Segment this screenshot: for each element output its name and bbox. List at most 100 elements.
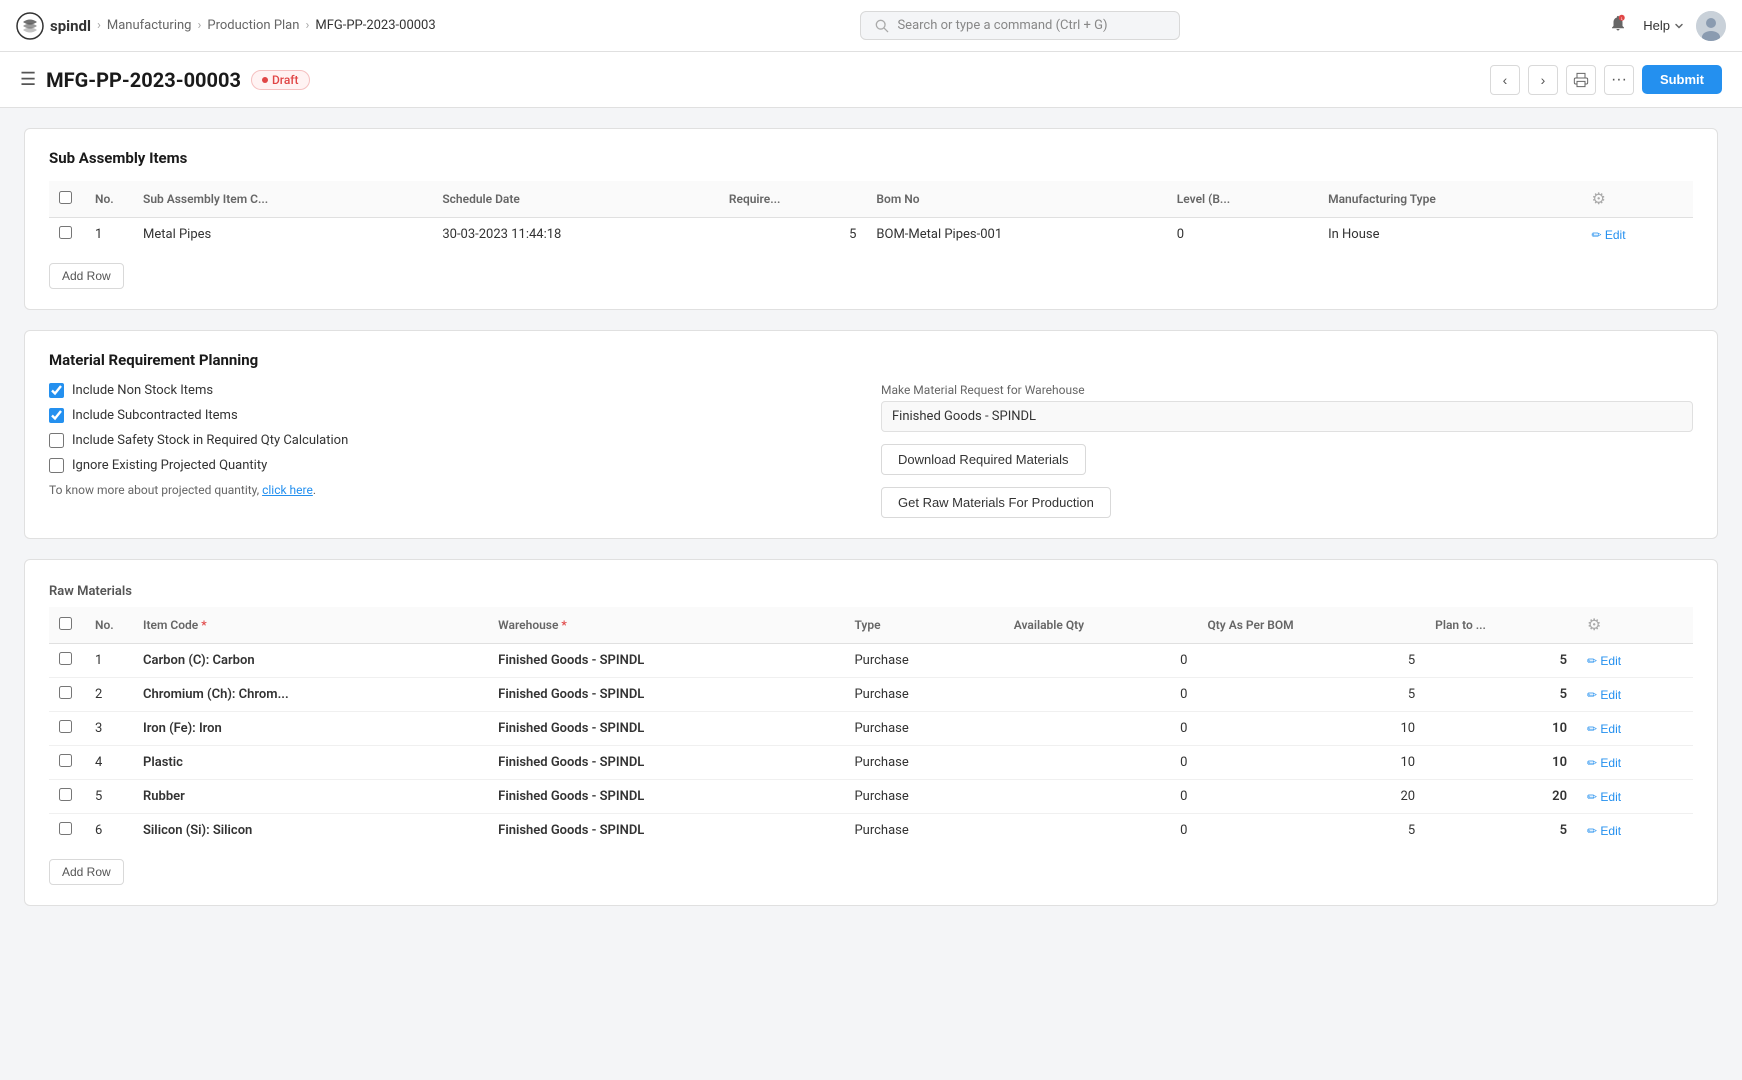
- logo-icon: [16, 12, 44, 40]
- include-subcontracted-checkbox[interactable]: [49, 408, 64, 423]
- print-button[interactable]: [1566, 65, 1596, 95]
- breadcrumb-sep-2: ›: [197, 18, 201, 33]
- download-required-materials-button[interactable]: Download Required Materials: [881, 444, 1086, 475]
- ignore-projected-checkbox[interactable]: [49, 458, 64, 473]
- next-record-button[interactable]: ›: [1528, 65, 1558, 95]
- rm-row-qty-per-bom: 5: [1197, 814, 1425, 848]
- include-subcontracted-label[interactable]: Include Subcontracted Items: [49, 408, 861, 423]
- rm-row-item-code: Carbon (C): Carbon: [133, 644, 488, 678]
- rm-edit-row-button[interactable]: ✏ Edit: [1587, 722, 1621, 736]
- include-safety-stock-label[interactable]: Include Safety Stock in Required Qty Cal…: [49, 433, 861, 448]
- rm-row-plan-to: 5: [1425, 644, 1577, 678]
- rm-row-plan-to: 5: [1425, 678, 1577, 712]
- rm-col-checkbox-header: [49, 607, 85, 644]
- help-button[interactable]: Help: [1643, 18, 1684, 33]
- subassembly-section: Sub Assembly Items No. Sub Assembly Item…: [24, 128, 1718, 310]
- rm-row-item-code: Silicon (Si): Silicon: [133, 814, 488, 848]
- rm-edit-row-button[interactable]: ✏ Edit: [1587, 654, 1621, 668]
- submit-button[interactable]: Submit: [1642, 65, 1722, 94]
- rm-row-plan-to: 5: [1425, 814, 1577, 848]
- rm-edit-row-button[interactable]: ✏ Edit: [1587, 790, 1621, 804]
- col-level-header: Level (B...: [1167, 181, 1318, 218]
- breadcrumb-production-plan[interactable]: Production Plan: [207, 18, 299, 33]
- rm-row-type: Purchase: [844, 678, 1003, 712]
- header-left: ☰ MFG-PP-2023-00003 Draft: [20, 68, 310, 92]
- rm-row-available-qty: 0: [1004, 712, 1198, 746]
- rm-col-actions-header: ⚙: [1577, 607, 1693, 644]
- rm-edit-row-button[interactable]: ✏ Edit: [1587, 756, 1621, 770]
- rm-row-item-code: Plastic: [133, 746, 488, 780]
- raw-materials-section: Raw Materials No. Item Code * Warehouse …: [24, 559, 1718, 906]
- rm-col-no-header: No.: [85, 607, 133, 644]
- rm-edit-row-button[interactable]: ✏ Edit: [1587, 824, 1621, 838]
- rm-table-settings-button[interactable]: ⚙: [1587, 615, 1601, 635]
- raw-materials-header-row: No. Item Code * Warehouse * Type Availab…: [49, 607, 1693, 644]
- rm-row-no: 3: [85, 712, 133, 746]
- edit-row-button[interactable]: ✏ Edit: [1591, 228, 1625, 242]
- rm-row-qty-per-bom: 10: [1197, 712, 1425, 746]
- ignore-projected-text: Ignore Existing Projected Quantity: [72, 458, 267, 473]
- logo-text: spindl: [50, 17, 91, 35]
- rm-row-qty-per-bom: 5: [1197, 644, 1425, 678]
- subassembly-table: No. Sub Assembly Item C... Schedule Date…: [49, 181, 1693, 251]
- rm-row-type: Purchase: [844, 746, 1003, 780]
- include-non-stock-label[interactable]: Include Non Stock Items: [49, 383, 861, 398]
- breadcrumb-sep-1: ›: [97, 18, 101, 33]
- include-non-stock-text: Include Non Stock Items: [72, 383, 213, 398]
- rm-row-checkbox[interactable]: [59, 652, 72, 665]
- rm-row-warehouse: Finished Goods - SPINDL: [488, 746, 844, 780]
- rm-row-available-qty: 0: [1004, 678, 1198, 712]
- nav-center: Search or type a command (Ctrl + G): [436, 11, 1606, 40]
- add-row-subassembly-button[interactable]: Add Row: [49, 263, 124, 289]
- rm-row-no: 6: [85, 814, 133, 848]
- print-icon: [1573, 72, 1589, 88]
- select-all-subassembly[interactable]: [59, 191, 72, 204]
- more-options-button[interactable]: ···: [1604, 65, 1634, 95]
- get-raw-materials-button[interactable]: Get Raw Materials For Production: [881, 487, 1111, 518]
- rm-row-type: Purchase: [844, 780, 1003, 814]
- row-bom-no: BOM-Metal Pipes-001: [866, 218, 1166, 252]
- add-row-raw-materials-button[interactable]: Add Row: [49, 859, 124, 885]
- rm-edit-row-button[interactable]: ✏ Edit: [1587, 688, 1621, 702]
- rm-row-plan-to: 20: [1425, 780, 1577, 814]
- rm-row-checkbox[interactable]: [59, 788, 72, 801]
- svg-text:1: 1: [1621, 17, 1623, 21]
- select-all-raw[interactable]: [59, 617, 72, 630]
- rm-row-checkbox[interactable]: [59, 754, 72, 767]
- rm-row-checkbox[interactable]: [59, 822, 72, 835]
- status-dot: [262, 77, 268, 83]
- hamburger-menu[interactable]: ☰: [20, 69, 36, 90]
- warehouse-field: Make Material Request for Warehouse Fini…: [881, 383, 1693, 432]
- rm-row-item-code: Rubber: [133, 780, 488, 814]
- rm-row-checkbox[interactable]: [59, 720, 72, 733]
- raw-materials-title: Raw Materials: [49, 584, 1693, 599]
- search-bar[interactable]: Search or type a command (Ctrl + G): [860, 11, 1180, 40]
- app-logo[interactable]: spindl: [16, 12, 91, 40]
- row-checkbox[interactable]: [59, 226, 72, 239]
- rm-row-available-qty: 0: [1004, 814, 1198, 848]
- rm-row-edit-cell: ✏ Edit: [1577, 814, 1693, 848]
- user-avatar-icon: [1696, 11, 1726, 41]
- prev-record-button[interactable]: ‹: [1490, 65, 1520, 95]
- col-actions-header: ⚙: [1581, 181, 1693, 218]
- breadcrumb-sep-3: ›: [305, 18, 309, 33]
- ignore-projected-label[interactable]: Ignore Existing Projected Quantity: [49, 458, 861, 473]
- include-safety-stock-checkbox[interactable]: [49, 433, 64, 448]
- col-required-header: Require...: [719, 181, 867, 218]
- help-label: Help: [1643, 18, 1670, 33]
- table-settings-button[interactable]: ⚙: [1591, 189, 1605, 209]
- info-text: To know more about projected quantity, c…: [49, 483, 861, 497]
- include-non-stock-checkbox[interactable]: [49, 383, 64, 398]
- rm-row-checkbox[interactable]: [59, 686, 72, 699]
- warehouse-value[interactable]: Finished Goods - SPINDL: [881, 401, 1693, 432]
- rm-row-available-qty: 0: [1004, 644, 1198, 678]
- rm-col-qty-per-bom-header: Qty As Per BOM: [1197, 607, 1425, 644]
- mrp-left: Include Non Stock Items Include Subcontr…: [49, 383, 861, 518]
- notifications-button[interactable]: 1: [1605, 10, 1631, 41]
- rm-row-edit-cell: ✏ Edit: [1577, 712, 1693, 746]
- breadcrumb-manufacturing[interactable]: Manufacturing: [107, 18, 192, 33]
- click-here-link[interactable]: click here: [262, 483, 313, 497]
- rm-row-item-code: Iron (Fe): Iron: [133, 712, 488, 746]
- rm-row-checkbox-cell: [49, 644, 85, 678]
- avatar[interactable]: [1696, 11, 1726, 41]
